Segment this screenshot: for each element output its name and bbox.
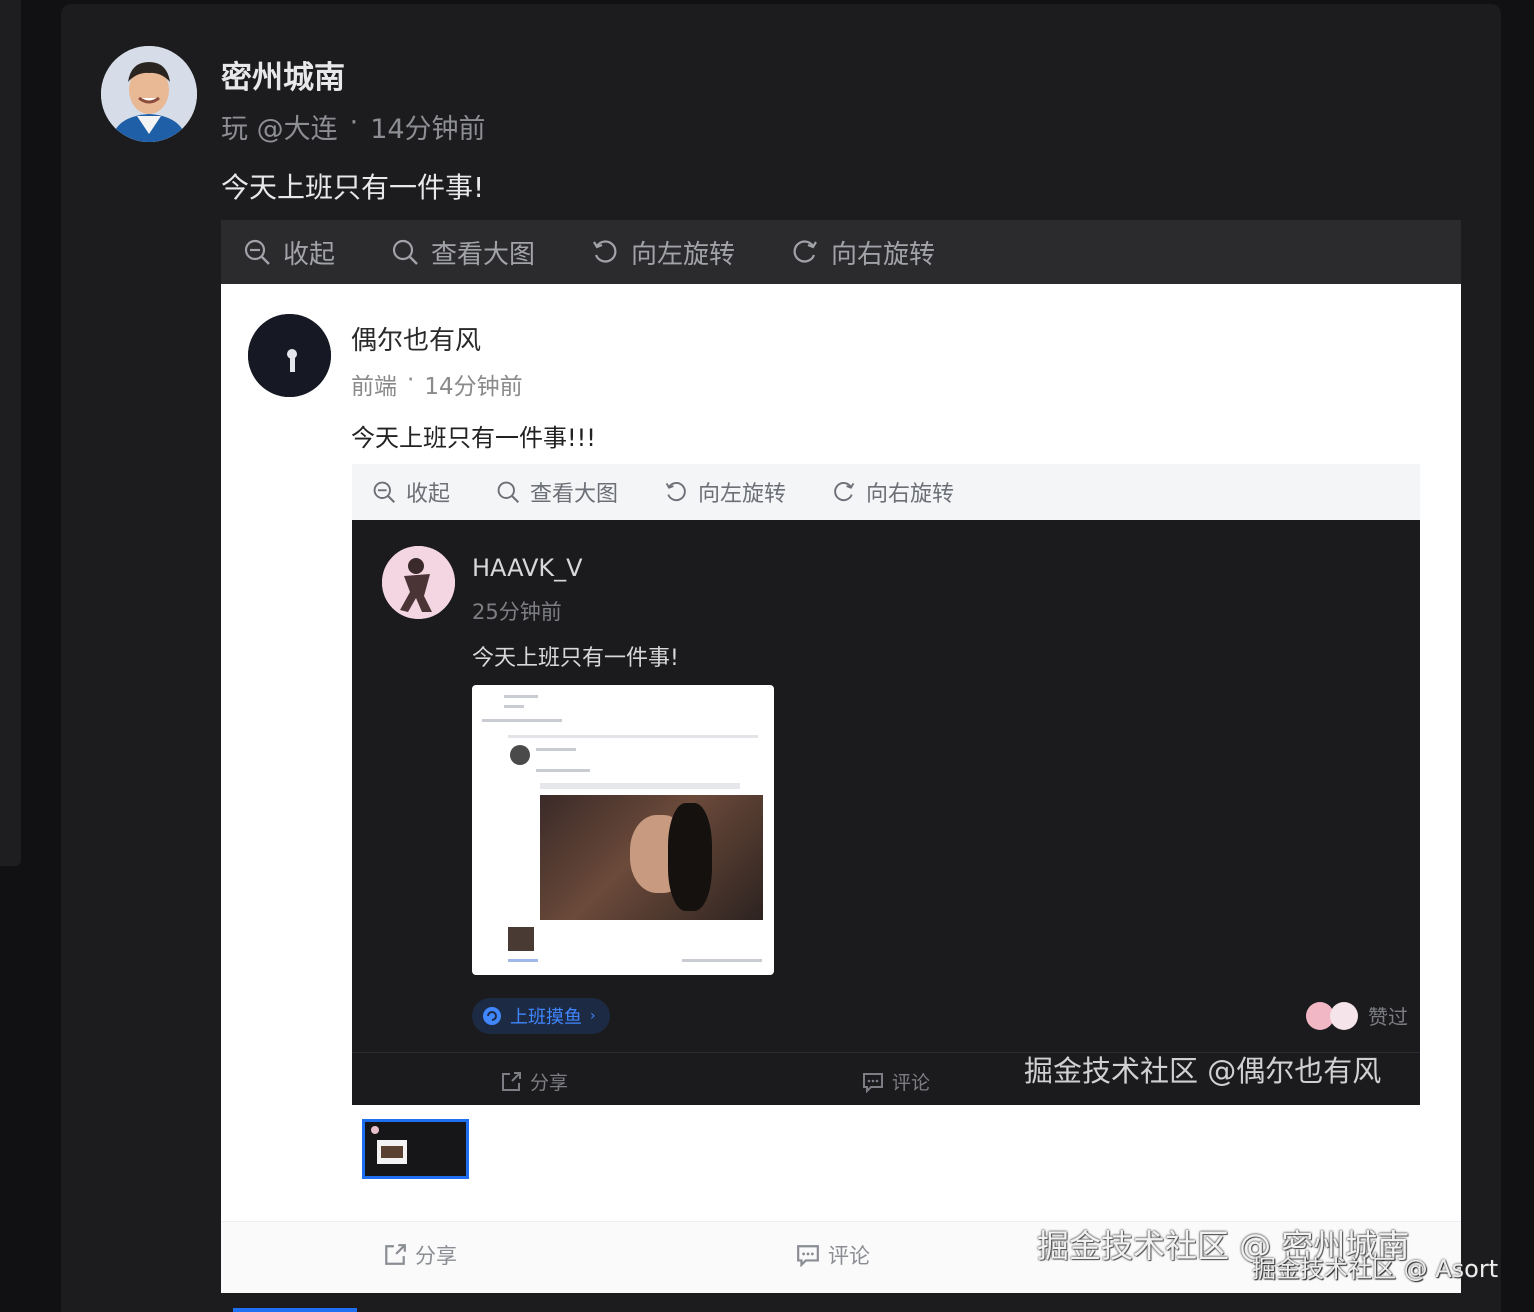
inner-post-tag: 前端 (351, 374, 397, 400)
nested-image-thumbnail (472, 685, 774, 975)
mini-line (482, 719, 562, 722)
rotate-right-icon (834, 482, 855, 502)
rotate-right-icon (793, 240, 817, 263)
mini-line (536, 748, 576, 751)
liker-avatar (1330, 1001, 1358, 1030)
meta-separator: · (407, 367, 415, 393)
mini-avatar (510, 745, 530, 765)
mini-line (682, 959, 762, 962)
nested-post-time: 25分钟前 (472, 600, 562, 624)
inner-rotate-right-label: 向右旋转 (866, 482, 955, 507)
inner-post-content: 今天上班只有一件事!!! (351, 424, 596, 452)
comment-icon (797, 1245, 819, 1267)
view-large-button[interactable]: 查看大图 (391, 234, 535, 271)
nested-share-item: 分享 (500, 1068, 568, 1095)
meme-hair (668, 803, 712, 911)
share-icon (502, 1071, 521, 1091)
liked-label: 赞过 (1368, 1005, 1408, 1029)
mini-line (504, 695, 538, 698)
outer-post-meta: 玩 @大连 · 14分钟前 (221, 107, 486, 146)
nested-author-avatar (382, 546, 455, 619)
nested-post-content: 今天上班只有一件事! (472, 646, 679, 671)
mini-thumb (508, 927, 534, 951)
view-large-label: 查看大图 (431, 239, 536, 270)
inner-author-avatar (248, 314, 331, 397)
outer-author-avatar[interactable] (101, 46, 197, 142)
inner-view-large-label: 查看大图 (530, 482, 619, 507)
inner-rotate-left-item: 向左旋转 (664, 476, 786, 508)
meta-separator: · (349, 107, 359, 138)
inner-collapse-label: 收起 (406, 482, 451, 507)
outer-post-content: 今天上班只有一件事! (221, 171, 485, 204)
search-icon (392, 239, 418, 265)
collapse-label: 收起 (283, 239, 336, 270)
zoom-out-icon (244, 239, 270, 265)
inner-image-toolbar: 收起 查看大图 向左旋转 向右旋转 (352, 464, 1420, 520)
rotate-right-label: 向右旋转 (831, 239, 936, 270)
rotate-right-button[interactable]: 向右旋转 (791, 234, 935, 271)
nested-screenshot: HAAVK_V 25分钟前 今天上班只有一件事! 上班摸鱼 › 赞过 分享 评论… (352, 520, 1420, 1105)
inner-collapse-item: 收起 (372, 476, 450, 508)
rotate-left-icon (665, 482, 686, 502)
share-icon (385, 1244, 406, 1265)
mini-line (508, 735, 758, 738)
rotate-left-button[interactable]: 向左旋转 (591, 234, 735, 271)
nested-comment-item: 评论 (862, 1068, 930, 1095)
inner-rotate-right-item: 向右旋转 (832, 476, 954, 508)
mini-line (536, 769, 590, 772)
search-icon (497, 481, 520, 504)
screenshot-comment-label: 评论 (828, 1244, 870, 1268)
mini-image-inner (381, 1146, 403, 1158)
inner-post-meta: 前端 · 14分钟前 (351, 367, 523, 401)
nested-author-name: HAAVK_V (472, 554, 583, 582)
liked-by: 赞过 (1306, 1001, 1408, 1030)
nested-comment-label: 评论 (892, 1072, 931, 1094)
topic-tag: 上班摸鱼 › (472, 998, 610, 1034)
mini-line (508, 959, 538, 962)
left-panel-edge (0, 0, 21, 866)
topic-label: 上班摸鱼 (510, 1007, 582, 1028)
chevron-right-icon: › (590, 1008, 596, 1024)
screenshot-image[interactable]: 偶尔也有风 前端 · 14分钟前 今天上班只有一件事!!! 收起 查看大图 向左… (221, 284, 1461, 1293)
page-watermark: 掘金技术社区 @ Asort (1252, 1255, 1499, 1283)
mini-line (504, 705, 524, 708)
outer-post-tag[interactable]: 玩 @大连 (221, 107, 338, 146)
topic-icon (483, 1007, 501, 1025)
nested-share-label: 分享 (530, 1072, 569, 1094)
outer-post-time: 14分钟前 (370, 114, 486, 145)
rotate-left-icon (593, 240, 617, 263)
rotate-left-label: 向左旋转 (631, 239, 736, 270)
screenshot-comment-item: 评论 (796, 1240, 870, 1270)
inner-post-time: 14分钟前 (424, 374, 523, 400)
collapse-button[interactable]: 收起 (243, 234, 335, 271)
zoom-out-icon (373, 481, 396, 504)
outer-author-name[interactable]: 密州城南 (221, 52, 345, 97)
inner-author-name: 偶尔也有风 (351, 326, 482, 356)
screenshot-share-item: 分享 (383, 1240, 457, 1270)
outer-image-toolbar: 收起 查看大图 向左旋转 向右旋转 (221, 220, 1461, 284)
comment-icon (863, 1072, 883, 1093)
mini-line (540, 783, 740, 789)
inner-rotate-left-label: 向左旋转 (698, 482, 787, 507)
active-indicator (233, 1308, 357, 1312)
mini-avatar (371, 1126, 379, 1134)
nested-watermark: 掘金技术社区 @偶尔也有风 (1024, 1054, 1382, 1088)
meme-video-frame (540, 795, 763, 920)
inner-view-large-item: 查看大图 (496, 476, 618, 508)
selected-image-thumbnail[interactable] (362, 1119, 469, 1179)
screenshot-share-label: 分享 (415, 1244, 457, 1268)
